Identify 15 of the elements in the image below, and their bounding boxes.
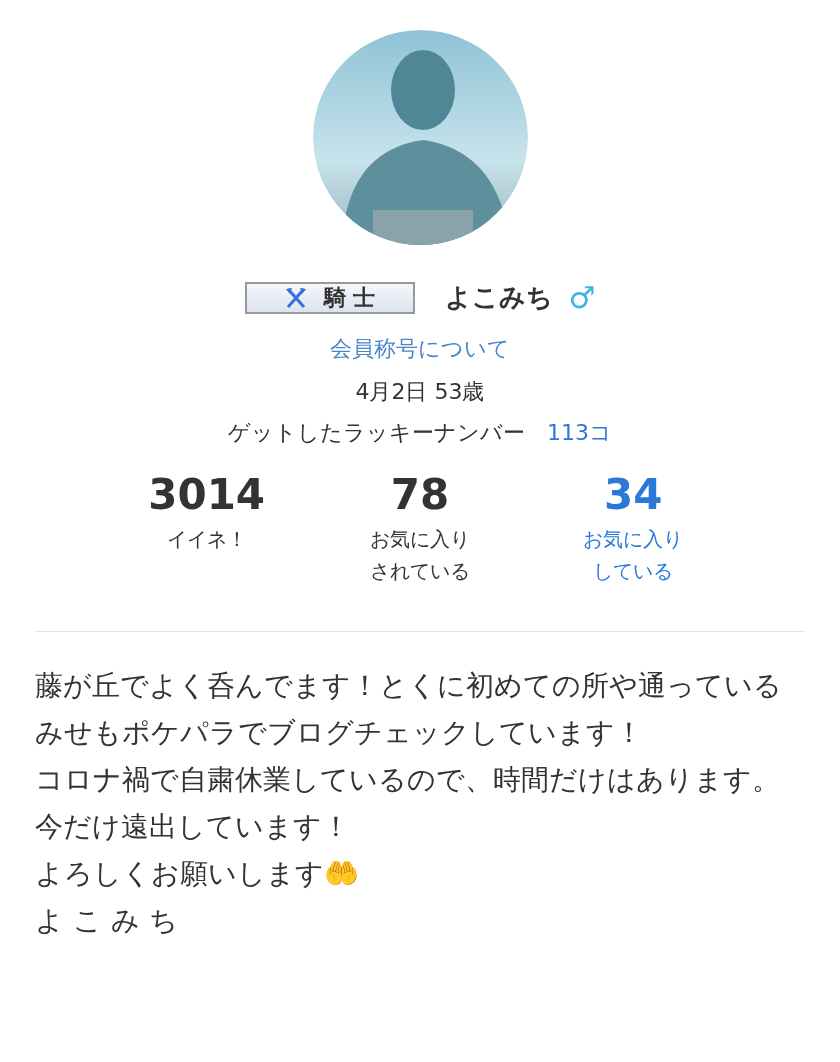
rank-info-link[interactable]: 会員称号について	[330, 332, 510, 365]
birthday-age: 4月2日 53歳	[355, 378, 485, 406]
stat-label[interactable]: お気に入り している	[583, 523, 684, 587]
profile-bio: 藤が丘でよく呑んでます！とくに初めての所や通っているみせもポケパラでブログチェックしています！ コロナ禍で自粛休業しているので、時間だけはあります。 今だけ遠出しています！ よろしくお願いします🤲 よ こ み ち	[35, 668, 783, 939]
stat-label: お気に入り されている	[370, 526, 470, 585]
lucky-number-label: ゲットしたラッキーナンバー	[228, 419, 525, 447]
gender-symbol: ♂	[568, 279, 596, 317]
stat-value: 78	[390, 469, 450, 521]
crossed-axes-icon	[283, 286, 308, 309]
rank-title: 騎 士	[323, 284, 376, 312]
user-name: よこみち	[444, 281, 553, 314]
stat-label: イイネ！	[166, 526, 247, 553]
stat-value[interactable]: 34	[604, 467, 663, 523]
lucky-number-count[interactable]: 113コ	[547, 416, 612, 449]
stat-value: 3014	[148, 469, 266, 521]
